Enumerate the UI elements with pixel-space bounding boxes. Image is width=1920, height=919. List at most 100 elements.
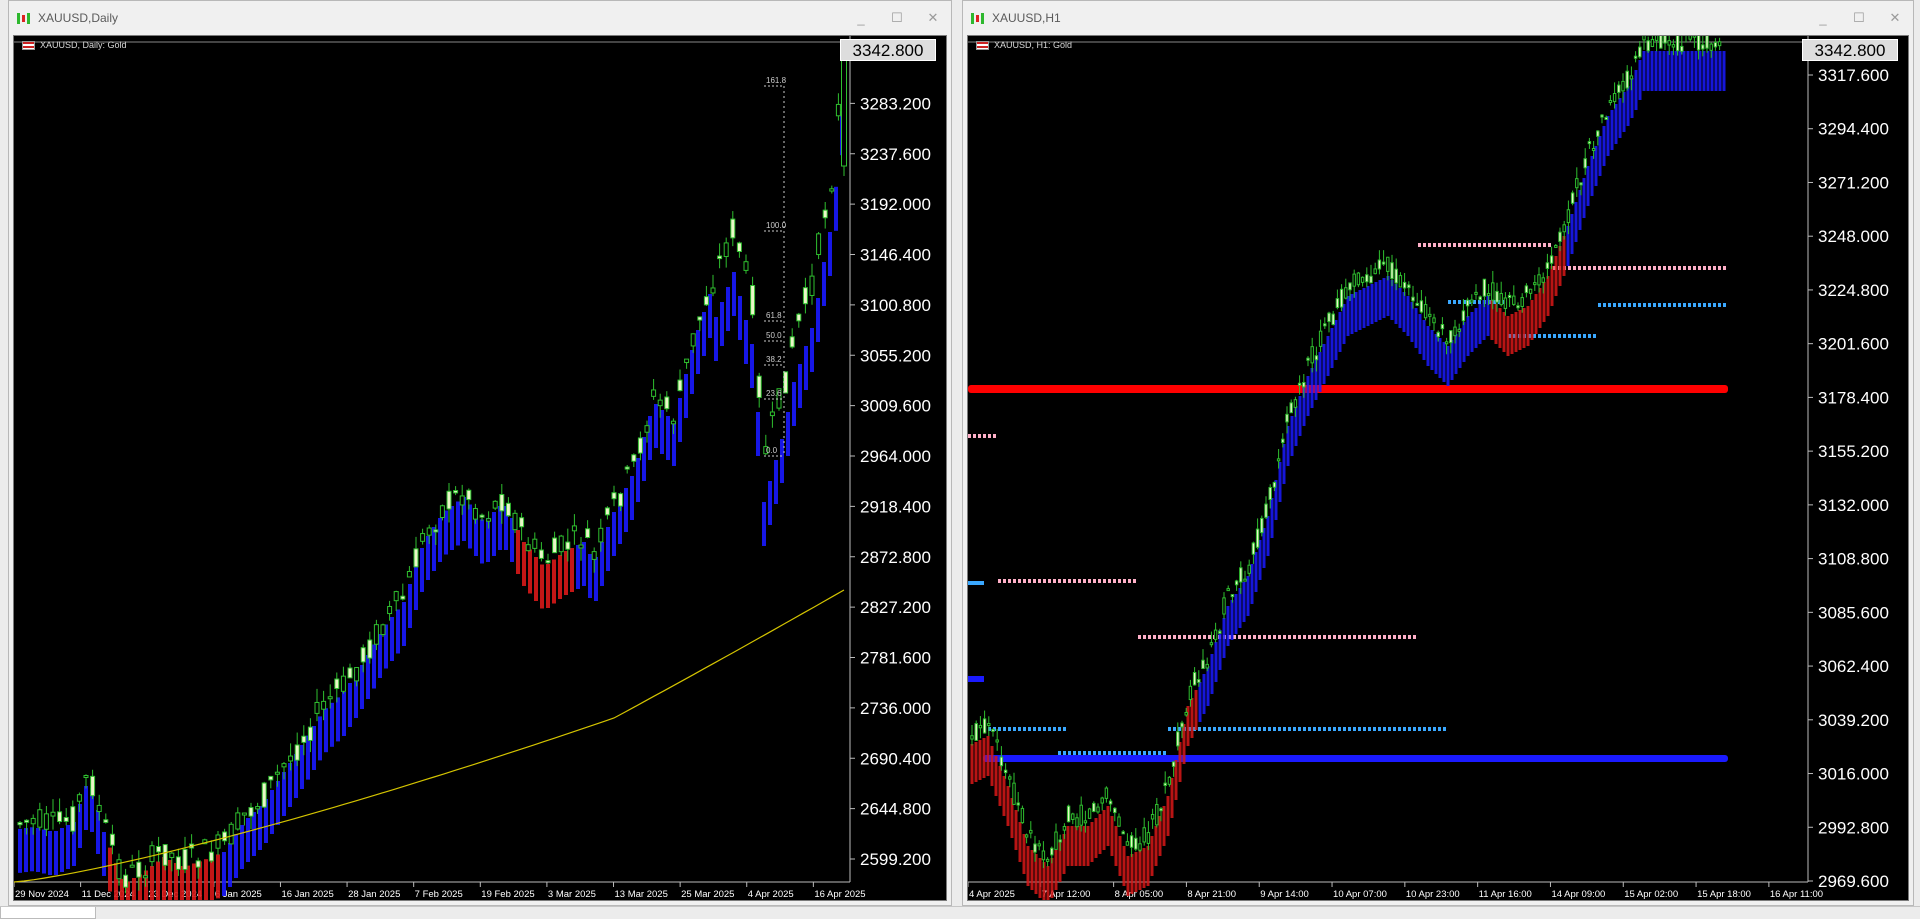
candle-body <box>1512 295 1516 305</box>
candle-body <box>1226 588 1230 592</box>
candle-body <box>1360 276 1365 283</box>
candle-body <box>1407 284 1411 289</box>
candle-body <box>1709 43 1713 51</box>
candle-body <box>1293 399 1298 408</box>
candle-body <box>565 541 571 550</box>
trend-band-segment <box>1022 834 1026 874</box>
window-controls: _ ☐ ✕ <box>843 1 951 35</box>
candle-body <box>1138 843 1142 851</box>
trend-band-segment <box>1610 110 1614 150</box>
candle-body <box>710 287 716 294</box>
candle-body <box>1499 292 1503 306</box>
candle-body <box>664 396 670 410</box>
candle-body <box>1495 290 1499 303</box>
candle-body <box>235 812 241 830</box>
candle-body <box>90 775 96 797</box>
trend-band-segment <box>1634 70 1638 110</box>
trend-band-segment <box>234 834 238 878</box>
trend-band-segment <box>732 272 736 316</box>
trend-band-segment <box>1206 666 1210 706</box>
trend-band-segment <box>1694 51 1698 91</box>
candle-body <box>1129 835 1134 848</box>
trend-band-segment <box>1338 312 1342 352</box>
trend-band-segment <box>186 865 190 900</box>
status-strip <box>0 906 1920 919</box>
candle-body <box>631 454 637 462</box>
candle-body <box>1066 805 1071 823</box>
candle-body <box>1646 40 1650 52</box>
trend-band-segment <box>1526 306 1530 346</box>
trend-band-segment <box>1546 276 1550 316</box>
trend-band-segment <box>630 476 634 520</box>
candle-body <box>1398 275 1403 288</box>
trend-band-segment <box>1038 858 1042 898</box>
fib-level-label: 0.0 <box>766 446 778 455</box>
candle-body <box>1121 831 1125 835</box>
trend-band-segment <box>1578 190 1582 230</box>
trend-band-segment <box>768 481 772 525</box>
candle-body <box>123 874 129 888</box>
close-button[interactable]: ✕ <box>1877 1 1913 35</box>
trend-band-segment <box>1046 866 1050 900</box>
trend-band-segment <box>1402 292 1406 332</box>
candle-body <box>1457 328 1461 332</box>
candle-body <box>1314 355 1319 361</box>
candle-body <box>1491 282 1495 301</box>
trend-band-segment <box>180 866 184 900</box>
h1-chart-window[interactable]: XAUUSD,H1 _ ☐ ✕ 3317.600 3294.400 3271.200… <box>962 0 1914 906</box>
fib-level-label: 161.8 <box>766 76 787 85</box>
daily-chart-window[interactable]: XAUUSD,Daily _ ☐ ✕ 3328.8003283.2003237.… <box>8 0 952 906</box>
time-axis-label: 16 Jan 2025 <box>281 889 333 900</box>
candle-body <box>1281 438 1285 444</box>
trend-band-segment <box>834 186 838 231</box>
minimize-button[interactable]: _ <box>1805 1 1841 35</box>
chart-canvas[interactable]: 3328.8003283.2003237.6003192.0003146.400… <box>13 35 947 901</box>
candle-body <box>1163 782 1167 787</box>
trend-band-segment <box>1678 51 1682 91</box>
candle-body <box>829 188 835 192</box>
fib-level-label: 61.8 <box>766 311 782 320</box>
candle-body <box>1285 413 1289 423</box>
candle-body <box>618 493 624 507</box>
candle-body <box>57 811 63 823</box>
candle-body <box>1570 192 1575 204</box>
trend-band-segment <box>1398 288 1402 328</box>
window-titlebar[interactable]: XAUUSD,Daily <box>9 1 951 35</box>
minimize-button[interactable]: _ <box>843 1 879 35</box>
trend-band-segment <box>1158 816 1162 856</box>
trend-band-segment <box>1598 136 1602 176</box>
candle-body <box>1436 331 1440 338</box>
daily-price-chart[interactable]: 3328.8003283.2003237.6003192.0003146.400… <box>14 36 947 901</box>
support-marker <box>968 581 984 585</box>
candle-body <box>1184 711 1188 716</box>
trend-band-segment <box>1126 856 1130 896</box>
chart-canvas[interactable]: 3317.600 3294.400 3271.200 3248.000 3224.800… <box>967 35 1909 901</box>
candle-body <box>1318 330 1323 347</box>
window-titlebar[interactable]: XAUUSD,H1 <box>963 1 1913 35</box>
chart-icon <box>971 12 986 24</box>
candle-body <box>1642 36 1646 41</box>
trend-band-segment <box>624 488 628 532</box>
chart-tab[interactable] <box>0 907 96 919</box>
trend-band-segment <box>756 412 760 456</box>
candle-body <box>169 852 175 858</box>
candle-body <box>354 667 360 682</box>
candle-body <box>1659 36 1663 49</box>
flag-icon <box>976 40 989 50</box>
candle-body <box>1012 782 1016 805</box>
candle-body <box>136 861 142 878</box>
close-button[interactable]: ✕ <box>915 1 951 35</box>
candle-body <box>182 848 188 870</box>
candle-body <box>1155 803 1159 826</box>
h1-price-chart[interactable]: 3317.600 3294.400 3271.200 3248.000 3224.800… <box>968 36 1909 901</box>
trend-band-segment <box>156 861 160 900</box>
candle-body <box>472 508 478 520</box>
trend-band-segment <box>1118 836 1122 876</box>
price-axis-label: 3100.800 <box>860 296 931 315</box>
maximize-button[interactable]: ☐ <box>1841 1 1877 35</box>
candle-body <box>1591 148 1596 152</box>
maximize-button[interactable]: ☐ <box>879 1 915 35</box>
candle-body <box>1029 829 1033 834</box>
candle-body <box>1251 542 1256 555</box>
candle-body <box>1176 731 1180 747</box>
